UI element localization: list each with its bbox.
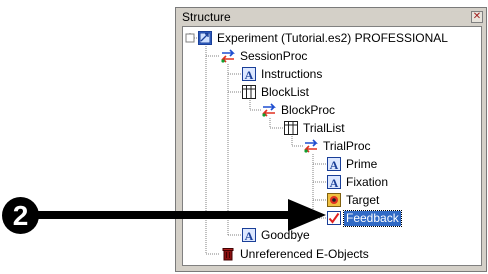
svg-text:A: A [330, 176, 339, 189]
tree-item-root[interactable]: Experiment (Tutorial.es2) PROFESSIONAL [198, 30, 450, 46]
tree-item-label: SessionProc [240, 48, 308, 63]
tree-item-triallist[interactable]: TrialList [284, 120, 347, 136]
tree-item-label: Instructions [261, 66, 323, 81]
text-display-icon: A [242, 67, 256, 81]
tree-item-unreferenced[interactable]: Unreferenced E-Objects [221, 246, 371, 262]
tree-item-fixation[interactable]: A Fixation [327, 174, 390, 190]
tree-item-sessionproc[interactable]: SessionProc [221, 48, 309, 64]
stage: Structure ✕ Experiment (Tutorial.es2) PR… [0, 0, 488, 274]
tree-item-label: Prime [346, 156, 378, 171]
step-number-badge: 2 [2, 197, 39, 234]
list-icon [242, 85, 256, 99]
tree-item-label: Fixation [346, 174, 389, 189]
tree-item-label: Experiment (Tutorial.es2) PROFESSIONAL [217, 30, 448, 45]
trash-icon [221, 247, 235, 261]
tree-item-instructions[interactable]: A Instructions [242, 66, 324, 82]
procedure-icon [221, 49, 235, 63]
text-display-icon: A [327, 175, 341, 189]
close-icon[interactable]: ✕ [471, 11, 483, 23]
tree-item-label: Unreferenced E-Objects [240, 246, 369, 261]
tree-item-label: Target [346, 192, 380, 207]
tree-item-feedback[interactable]: Feedback [327, 209, 402, 227]
experiment-icon [198, 31, 212, 45]
tree-item-blockproc[interactable]: BlockProc [262, 102, 337, 118]
pointer-arrow-icon [38, 199, 326, 231]
tree-item-label: TrialProc [323, 138, 371, 153]
tree-item-blocklist[interactable]: BlockList [242, 84, 311, 100]
feedback-display-icon [327, 211, 341, 225]
tree-item-target[interactable]: Target [327, 192, 381, 208]
tree-item-label: TrialList [303, 120, 345, 135]
procedure-icon [262, 103, 276, 117]
text-display-icon: A [327, 157, 341, 171]
list-icon [284, 121, 298, 135]
svg-text:A: A [245, 68, 254, 81]
svg-text:A: A [330, 158, 339, 171]
procedure-icon [304, 139, 318, 153]
title-bar: Structure ✕ [176, 8, 486, 26]
tree-item-label-selected: Feedback [343, 209, 402, 227]
structure-window: Structure ✕ Experiment (Tutorial.es2) PR… [175, 7, 487, 272]
tree-item-label: BlockProc [281, 102, 336, 117]
tree-item-trialproc[interactable]: TrialProc [304, 138, 373, 154]
tree-item-label: BlockList [261, 84, 310, 99]
image-display-icon [327, 193, 341, 207]
tree-item-prime[interactable]: A Prime [327, 156, 379, 172]
window-title: Structure [182, 10, 231, 24]
